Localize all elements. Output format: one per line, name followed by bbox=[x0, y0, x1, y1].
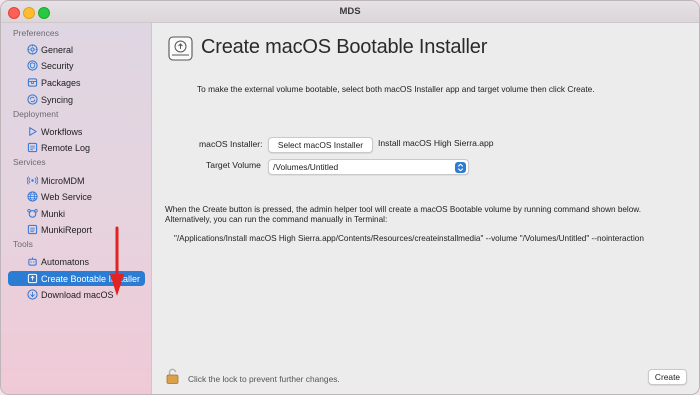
installer-icon bbox=[168, 36, 193, 61]
sidebar-section-deployment: Deployment bbox=[13, 109, 59, 119]
package-icon bbox=[26, 77, 38, 89]
sidebar-item-label: MunkiReport bbox=[41, 224, 93, 235]
sidebar-item-label: General bbox=[41, 44, 74, 55]
sidebar-item-label: Automatons bbox=[41, 256, 90, 267]
globe-icon bbox=[26, 191, 38, 203]
command-text: "/Applications/Install macOS High Sierra… bbox=[174, 234, 644, 243]
annotation-arrow-icon bbox=[110, 226, 124, 296]
sidebar-item-label: Remote Log bbox=[41, 142, 91, 153]
sidebar-item-label: Syncing bbox=[41, 94, 74, 105]
target-volume-select[interactable]: /Volumes/Untitled bbox=[268, 159, 469, 175]
sidebar-section-preferences: Preferences bbox=[13, 28, 59, 38]
sidebar: Preferences General Security Packages Sy… bbox=[1, 23, 152, 394]
sidebar-item-workflows[interactable]: Workflows bbox=[8, 124, 145, 139]
sidebar-item-label: Munki bbox=[41, 208, 66, 219]
antenna-icon bbox=[26, 175, 38, 187]
app-window: MDS Preferences General Security Package… bbox=[0, 0, 700, 395]
sidebar-section-services: Services bbox=[13, 157, 46, 167]
target-volume-value: /Volumes/Untitled bbox=[273, 161, 339, 172]
target-volume-label: Target Volume bbox=[206, 160, 261, 170]
chevron-up-down-icon bbox=[455, 161, 466, 173]
sidebar-item-munki[interactable]: Munki bbox=[8, 206, 145, 221]
create-button[interactable]: Create bbox=[648, 369, 687, 385]
gear-icon bbox=[26, 44, 38, 56]
sidebar-item-packages[interactable]: Packages bbox=[8, 75, 145, 90]
munki-icon bbox=[26, 208, 38, 220]
shield-icon bbox=[26, 60, 38, 72]
document-icon bbox=[26, 142, 38, 154]
sidebar-item-remote-log[interactable]: Remote Log bbox=[8, 140, 145, 155]
sidebar-item-syncing[interactable]: Syncing bbox=[8, 92, 145, 107]
installer-icon bbox=[26, 273, 38, 285]
sidebar-item-security[interactable]: Security bbox=[8, 58, 145, 73]
download-icon bbox=[26, 289, 38, 301]
sidebar-item-label: Packages bbox=[41, 77, 81, 88]
sidebar-item-label: Web Service bbox=[41, 191, 92, 202]
sidebar-item-micromdm[interactable]: MicroMDM bbox=[8, 173, 145, 188]
play-icon bbox=[26, 126, 38, 138]
sidebar-item-label: Download macOS bbox=[41, 289, 114, 300]
installer-value: Install macOS High Sierra.app bbox=[378, 138, 494, 148]
sidebar-item-label: MicroMDM bbox=[41, 175, 85, 186]
lock-icon[interactable] bbox=[166, 368, 179, 384]
sidebar-item-label: Security bbox=[41, 60, 74, 71]
sync-icon bbox=[26, 94, 38, 106]
sidebar-section-tools: Tools bbox=[13, 239, 33, 249]
intro-text: To make the external volume bootable, se… bbox=[197, 84, 595, 94]
note-line-2: Alternatively, you can run the command m… bbox=[165, 215, 388, 224]
window-title: MDS bbox=[339, 6, 361, 17]
lock-hint-text: Click the lock to prevent further change… bbox=[188, 374, 340, 384]
main-panel: Create macOS Bootable Installer To make … bbox=[152, 23, 699, 394]
title-bar: MDS bbox=[1, 1, 699, 23]
sidebar-item-label: Workflows bbox=[41, 126, 83, 137]
robot-icon bbox=[26, 256, 38, 268]
note-line-1: When the Create button is pressed, the a… bbox=[165, 205, 642, 214]
page-title: Create macOS Bootable Installer bbox=[201, 36, 488, 58]
sidebar-item-general[interactable]: General bbox=[8, 42, 145, 57]
select-installer-button[interactable]: Select macOS Installer bbox=[268, 137, 373, 153]
sidebar-item-web-service[interactable]: Web Service bbox=[8, 189, 145, 204]
installer-label: macOS Installer: bbox=[199, 139, 263, 149]
report-icon bbox=[26, 224, 38, 236]
